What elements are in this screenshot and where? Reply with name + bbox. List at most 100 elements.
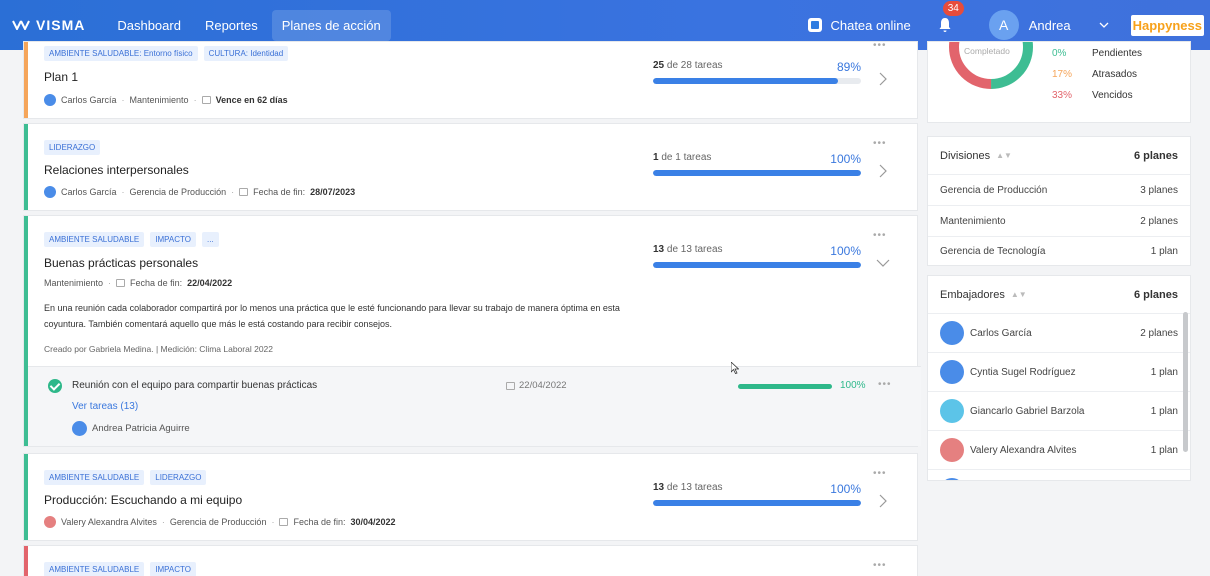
tasks-done: 1 [653,152,659,163]
progress-fill [653,500,861,506]
subtask-row[interactable]: Reunión con el equipo para compartir bue… [28,366,921,446]
owner-avatar [44,94,56,106]
plan-tag: IMPACTO [150,232,196,247]
ambassadors-title: Embajadores [940,288,1005,301]
more-options-icon[interactable]: ••• [873,560,887,571]
ambassador-name: Valery Alexandra Alvites [970,444,1077,456]
ambassador-avatar [940,477,964,480]
plan-tags: LIDERAZGO [44,140,101,155]
division-row[interactable]: Mantenimiento 2 planes [928,206,1190,237]
ambassador-row[interactable]: Giancarlo Gabriel Barzola 1 plan [928,392,1190,431]
meta-separator: · [121,95,125,105]
user-avatar[interactable]: A [988,10,1019,40]
visma-logo[interactable]: VISMA [12,17,85,33]
ambassador-row[interactable]: Carlos García 2 planes [928,314,1190,353]
subtask-progress-fill [738,384,832,389]
chevron-down-icon[interactable] [1099,20,1109,30]
more-options-icon[interactable]: ••• [873,138,887,149]
plan-title[interactable]: Producción: Escuchando a mi equipo [44,493,242,507]
mouse-cursor-icon [731,362,739,374]
plan-title[interactable]: Plan 1 [44,70,78,84]
plan-due: Vence en 62 días [215,95,288,105]
plan-division: Mantenimiento [129,95,189,105]
plan-title[interactable]: Relaciones interpersonales [44,163,189,177]
plan-owner: Valery Alexandra Alvites [61,517,157,527]
subtask-percent: 100% [840,380,866,391]
division-name: Mantenimiento [940,215,1006,227]
division-row[interactable]: Gerencia de Producción 3 planes [928,175,1190,206]
plan-tags: AMBIENTE SALUDABLE IMPACTO [44,562,196,576]
more-options-icon[interactable]: ••• [873,230,887,241]
chevron-right-icon[interactable] [878,494,888,508]
chevron-down-icon[interactable] [876,256,890,270]
chevron-right-icon[interactable] [878,72,888,86]
plan-progress: 25 de 28 tareas 89% [653,60,861,84]
ambassador-row[interactable]: Valery Alexandra Alvites 1 plan [928,431,1190,470]
more-tags[interactable]: ... [201,232,219,247]
owner-avatar [44,516,56,528]
owner-avatar [72,421,87,436]
due-label: Fecha de fin: [253,187,306,197]
plan-tags: AMBIENTE SALUDABLE IMPACTO ... [44,232,219,247]
calendar-icon [239,188,249,196]
plan-card[interactable]: LIDERAZGO Relaciones interpersonales Car… [24,124,917,210]
calendar-icon [279,518,289,526]
plan-tag: AMBIENTE SALUDABLE: Entorno físico [44,46,198,61]
legend-label: Vencidos [1092,90,1133,101]
sort-icon[interactable]: ▲▼ [996,151,1012,160]
chat-online-button[interactable]: Chatea online [808,17,911,33]
ambassador-avatar [940,360,964,384]
plan-tag: LIDERAZGO [150,470,207,485]
plan-card[interactable]: AMBIENTE SALUDABLE: Entorno físico CULTU… [24,40,917,118]
plan-progress: 13 de 13 tareas 100% [653,482,861,506]
ambassadors-count: 6 planes [1133,288,1178,301]
divisions-panel: Divisiones ▲▼ 6 planes Gerencia de Produc… [928,137,1190,265]
nav-planes-de-accion[interactable]: Planes de acción [271,9,391,41]
division-name: Gerencia de Producción [940,184,1048,196]
ambassador-row[interactable]: Cyntia Sugel Rodríguez 1 plan [928,353,1190,392]
plan-progress: 1 de 1 tareas 100% [653,152,861,176]
meta-separator: · [231,187,235,197]
division-row[interactable]: Gerencia de Tecnología 1 plan [928,237,1190,265]
ambassador-row[interactable] [928,470,1190,480]
ambassador-value: 1 plan [1150,405,1178,417]
plan-card[interactable]: AMBIENTE SALUDABLE LIDERAZGO Producción:… [24,454,917,540]
calendar-icon [116,279,126,287]
logo-text: VISMA [36,17,86,33]
ambassadors-panel: Embajadores ▲▼ 6 planes Carlos García 2 p… [928,276,1190,480]
chat-icon [808,18,823,32]
sort-icon[interactable]: ▲▼ [1011,290,1027,299]
subtask-owner-name: Andrea Patricia Aguirre [92,423,190,434]
nav-dashboard[interactable]: Dashboard [107,10,191,41]
view-tasks-link[interactable]: Ver tareas (13) [72,401,138,412]
divisions-count: 6 planes [1133,149,1178,162]
user-name[interactable]: Andrea [1029,18,1071,33]
legend-label: Atrasados [1092,69,1138,80]
tasks-total: de 1 tareas [661,152,712,163]
main-nav: Dashboard Reportes Planes de acción [107,9,391,41]
plan-meta: Carlos García · Mantenimiento · Vence en… [44,94,288,106]
chevron-right-icon[interactable] [878,164,888,178]
nav-reportes[interactable]: Reportes [195,10,268,41]
ambassador-name: Carlos García [970,327,1032,339]
notifications-button[interactable]: 34 [937,1,964,33]
calendar-icon [201,96,211,104]
ambassador-avatar [940,399,964,423]
ambassadors-header: Embajadores ▲▼ 6 planes [928,276,1190,314]
progress-bar [653,78,861,84]
meta-separator: · [121,187,125,197]
plan-card-expanded[interactable]: AMBIENTE SALUDABLE IMPACTO ... Buenas pr… [24,216,921,446]
more-options-icon[interactable]: ••• [878,379,892,390]
plan-tag: AMBIENTE SALUDABLE [44,562,145,576]
plan-tag: IMPACTO [150,562,196,576]
plan-percent: 100% [830,152,861,166]
more-options-icon[interactable]: ••• [873,468,887,479]
plan-title[interactable]: Buenas prácticas personales [44,256,198,270]
chat-label: Chatea online [830,17,911,33]
subtask-title[interactable]: Reunión con el equipo para compartir bue… [72,380,317,391]
plan-tags: AMBIENTE SALUDABLE: Entorno físico CULTU… [44,46,289,61]
ambassadors-scrollbar[interactable] [1183,312,1188,452]
legend-pct: 17% [1052,69,1073,80]
more-options-icon[interactable]: ••• [873,40,887,51]
plan-card[interactable]: AMBIENTE SALUDABLE IMPACTO ••• [24,546,917,576]
